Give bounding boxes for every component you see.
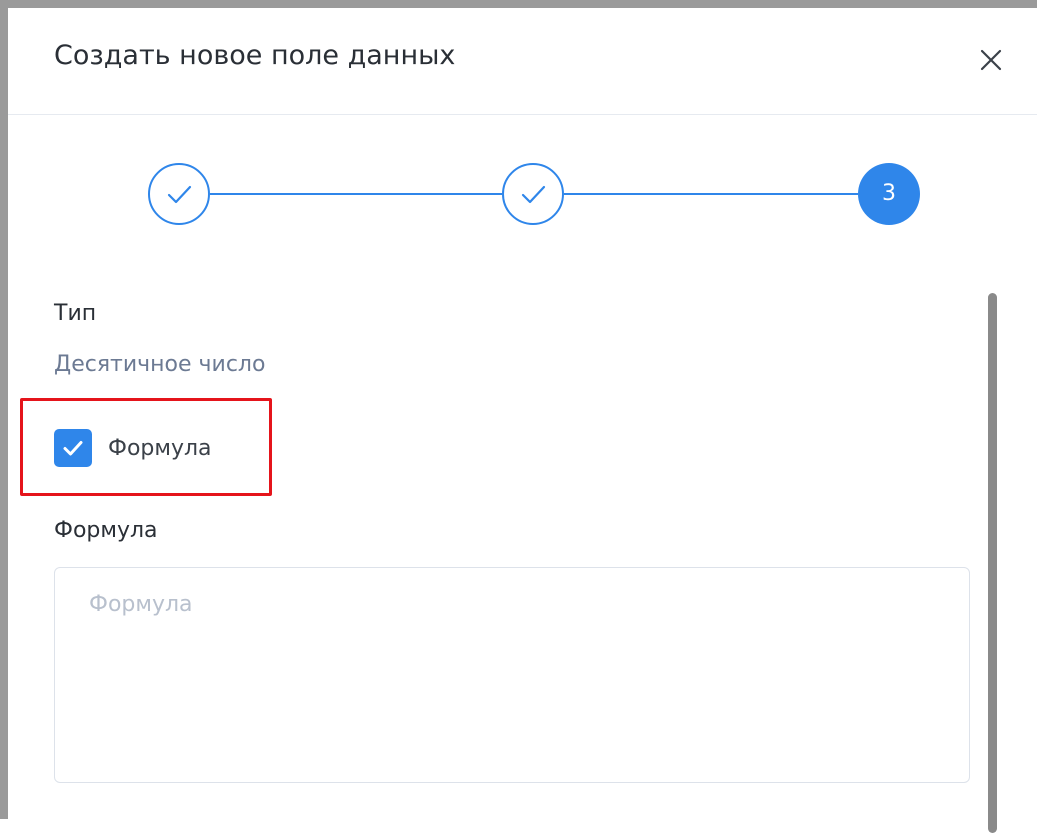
step-3: 3 (858, 163, 920, 225)
dialog-body: Тип Десятичное число Формула Формула (8, 255, 1037, 833)
type-label: Тип (54, 301, 97, 326)
close-icon (980, 49, 1002, 71)
check-icon (167, 185, 192, 204)
step-2 (502, 163, 564, 225)
type-value: Десятичное число (54, 352, 266, 377)
step-1 (148, 163, 210, 225)
formula-field-label: Формула (54, 518, 158, 543)
check-icon (521, 185, 546, 204)
create-field-dialog: Создать новое поле данных 3 Тип Десятичн… (0, 0, 1037, 833)
check-icon (63, 441, 83, 456)
dialog-title: Создать новое поле данных (54, 40, 456, 71)
dialog-header: Создать новое поле данных (8, 8, 1037, 115)
stepper: 3 (8, 115, 1037, 255)
step-connector-1 (210, 193, 502, 195)
scrollbar[interactable] (988, 293, 997, 833)
step-connector-2 (564, 193, 858, 195)
close-button[interactable] (974, 43, 1008, 77)
formula-input[interactable] (54, 567, 970, 783)
formula-checkbox[interactable]: Формула (54, 428, 212, 468)
checkbox-checked[interactable] (54, 429, 92, 467)
formula-checkbox-label: Формула (108, 435, 212, 461)
